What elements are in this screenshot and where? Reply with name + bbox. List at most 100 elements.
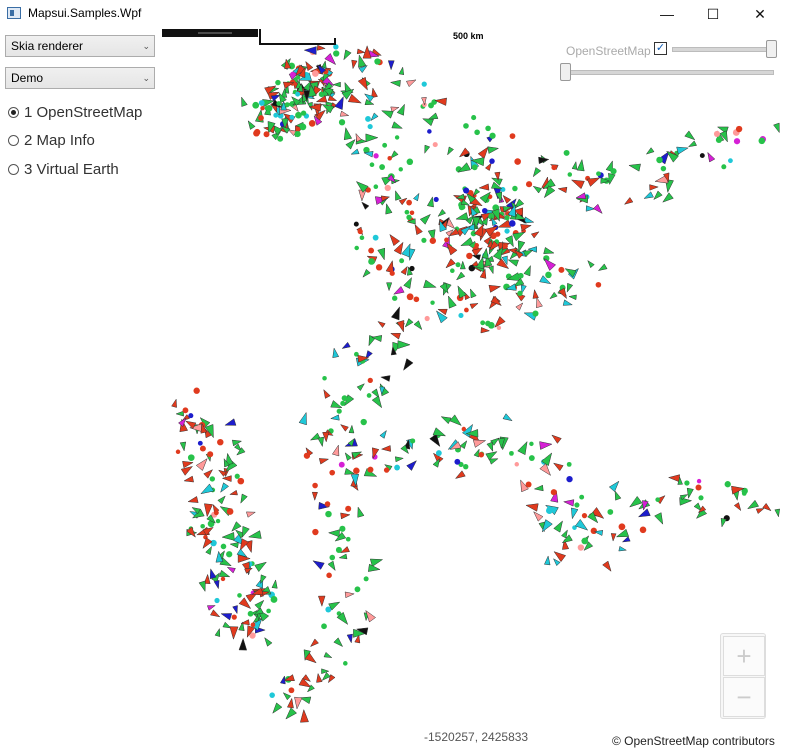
map-feature-symbol xyxy=(586,177,601,187)
map-symbols-layer[interactable] xyxy=(162,28,785,751)
map-feature-symbol xyxy=(514,462,520,467)
map-feature-symbol xyxy=(357,506,365,518)
map-feature-symbol xyxy=(386,282,393,292)
layer-list: OpenStreetMap ✓ xyxy=(560,38,780,88)
map-feature-symbol xyxy=(351,59,358,70)
sample-radio-openstreetmap[interactable]: 1 OpenStreetMap xyxy=(8,104,142,121)
map-feature-symbol xyxy=(199,445,206,452)
map-feature-symbol xyxy=(552,558,561,567)
map-feature-symbol xyxy=(563,149,570,156)
map-feature-symbol xyxy=(365,115,371,122)
map-feature-symbol xyxy=(566,282,574,293)
map-feature-symbol xyxy=(241,525,250,539)
radio-icon xyxy=(8,135,19,146)
map-feature-symbol xyxy=(361,201,370,210)
map-feature-symbol xyxy=(207,451,214,458)
map-feature-symbol xyxy=(553,520,563,533)
map-feature-symbol xyxy=(394,456,405,463)
map-feature-symbol xyxy=(504,228,510,234)
map-feature-symbol xyxy=(497,219,511,228)
map-feature-symbol xyxy=(175,410,184,417)
map-feature-symbol xyxy=(595,281,602,288)
map-feature-symbol xyxy=(471,254,482,261)
map-feature-symbol xyxy=(504,215,510,221)
map-view[interactable]: 500 km OpenStreetMap ✓ + − -1520257, 242… xyxy=(162,28,785,751)
radio-selected-icon xyxy=(8,107,19,118)
map-feature-symbol xyxy=(294,696,303,710)
zoom-in-button[interactable]: + xyxy=(723,636,765,676)
map-feature-symbol xyxy=(367,377,373,384)
map-feature-symbol xyxy=(339,110,350,117)
map-feature-symbol xyxy=(226,566,236,574)
zoom-out-button[interactable]: − xyxy=(723,677,765,717)
map-feature-symbol xyxy=(424,144,431,154)
map-feature-symbol xyxy=(341,341,351,349)
slider-thumb-icon[interactable] xyxy=(766,40,777,58)
map-feature-symbol xyxy=(720,517,727,528)
map-feature-symbol xyxy=(389,233,401,247)
map-feature-symbol xyxy=(210,539,217,547)
map-feature-symbol xyxy=(486,441,494,453)
map-feature-symbol xyxy=(374,58,381,65)
map-feature-symbol xyxy=(237,593,242,598)
map-feature-symbol xyxy=(590,527,598,535)
map-feature-symbol xyxy=(265,105,273,112)
slider-thumb-icon[interactable] xyxy=(560,63,571,81)
layer-opacity-slider[interactable] xyxy=(672,47,774,52)
map-feature-symbol xyxy=(332,347,340,358)
map-feature-symbol xyxy=(698,495,704,501)
category-dropdown[interactable]: Demo ⌄ xyxy=(5,67,155,89)
sample-radio-virtual-earth[interactable]: 3 Virtual Earth xyxy=(8,161,119,178)
map-feature-symbol xyxy=(461,426,467,432)
map-feature-symbol xyxy=(487,146,500,154)
map-feature-symbol xyxy=(746,499,760,510)
map-feature-symbol xyxy=(345,138,356,150)
map-feature-symbol xyxy=(610,533,617,542)
map-feature-symbol xyxy=(520,223,532,232)
map-feature-symbol xyxy=(318,91,325,98)
map-feature-symbol xyxy=(290,71,296,77)
map-feature-symbol xyxy=(241,96,248,107)
coordinate-readout: -1520257, 2425833 xyxy=(424,730,529,744)
map-feature-symbol xyxy=(532,185,543,194)
map-feature-symbol xyxy=(327,560,336,572)
map-feature-symbol xyxy=(741,491,747,496)
category-value: Demo xyxy=(11,71,44,85)
map-feature-symbol xyxy=(399,258,405,264)
map-feature-symbol xyxy=(326,572,332,579)
map-feature-symbol xyxy=(684,480,690,486)
map-feature-symbol xyxy=(354,586,361,593)
layer-visibility-checkbox[interactable]: ✓ xyxy=(654,42,667,55)
map-feature-symbol xyxy=(551,434,562,444)
map-feature-symbol xyxy=(445,258,456,269)
chevron-down-icon: ⌄ xyxy=(142,73,150,83)
map-feature-symbol xyxy=(662,192,674,203)
map-feature-symbol xyxy=(471,115,477,121)
attribution-text: © OpenStreetMap contributors xyxy=(612,734,775,748)
close-button[interactable]: ✕ xyxy=(737,0,783,28)
map-feature-symbol xyxy=(503,243,508,249)
map-feature-symbol xyxy=(396,103,405,116)
map-feature-symbol xyxy=(209,568,217,580)
maximize-button[interactable]: ☐ xyxy=(690,0,736,28)
map-feature-symbol xyxy=(423,279,437,288)
sample-radio-map-info[interactable]: 2 Map Info xyxy=(8,132,95,149)
map-feature-symbol xyxy=(660,165,667,172)
map-feature-symbol xyxy=(533,484,544,492)
map-feature-symbol xyxy=(356,383,366,392)
map-feature-symbol xyxy=(440,416,452,425)
map-feature-symbol xyxy=(454,458,461,465)
map-feature-symbol xyxy=(400,265,408,276)
map-feature-symbol xyxy=(226,508,234,515)
renderer-dropdown[interactable]: Skia renderer ⌄ xyxy=(5,35,155,57)
map-feature-symbol xyxy=(571,160,578,170)
map-feature-symbol xyxy=(454,470,466,479)
map-feature-symbol xyxy=(579,494,585,500)
map-feature-symbol xyxy=(543,555,551,566)
map-feature-symbol xyxy=(581,513,588,519)
sample-label: 3 Virtual Earth xyxy=(24,161,119,178)
map-feature-symbol xyxy=(645,147,655,155)
radio-icon xyxy=(8,164,19,175)
minimize-button[interactable]: — xyxy=(644,0,690,28)
layer-secondary-slider[interactable] xyxy=(564,70,774,75)
